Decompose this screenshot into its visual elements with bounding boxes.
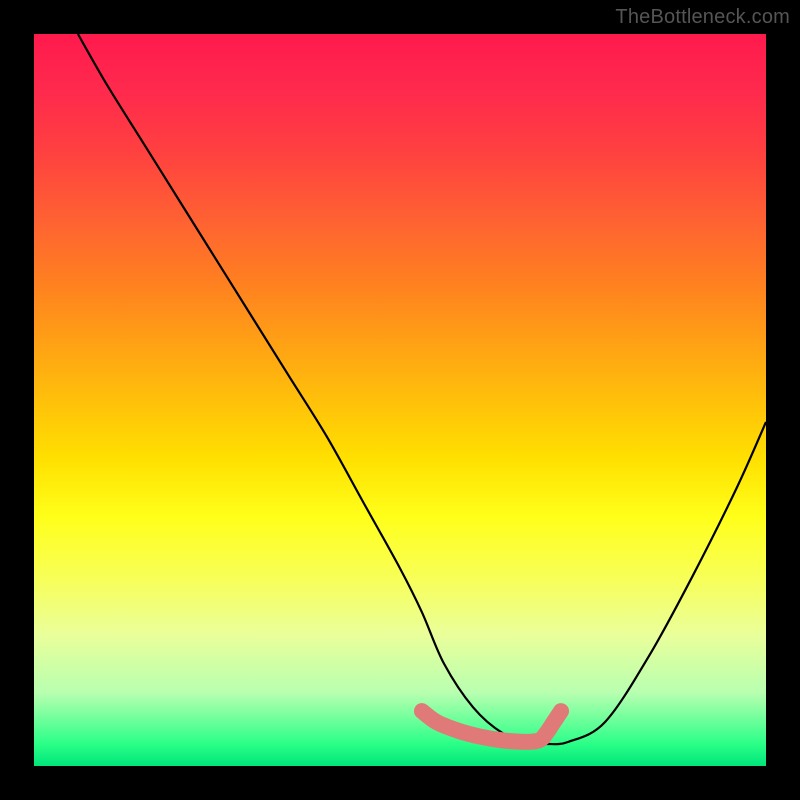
chart-frame: TheBottleneck.com: [0, 0, 800, 800]
plot-area: [34, 34, 766, 766]
curve-layer: [34, 34, 766, 766]
watermark-text: TheBottleneck.com: [615, 6, 790, 29]
bottleneck-curve: [78, 34, 766, 745]
